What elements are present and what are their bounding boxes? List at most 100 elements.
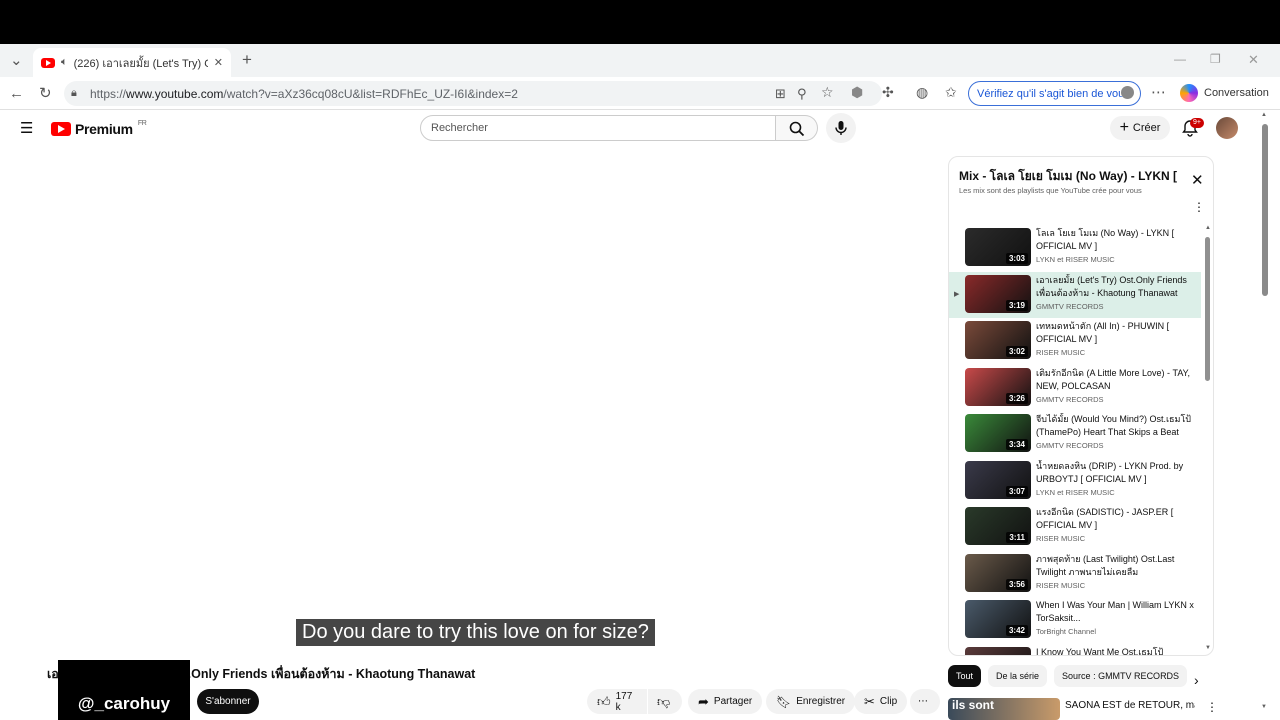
- playlist-item[interactable]: 3:07 น้ำหยดลงหิน (DRIP) - LYKN Prod. by U…: [949, 458, 1201, 505]
- youtube-logo-icon: [51, 122, 71, 136]
- playlist-item-thumbnail[interactable]: [965, 646, 1031, 655]
- dislike-button[interactable]: 👎︎: [648, 689, 682, 714]
- playlist-item-thumbnail[interactable]: 3:03: [965, 228, 1031, 266]
- tab-list-chevron-icon[interactable]: ⌄: [10, 53, 23, 68]
- browser-tab-youtube[interactable]: 🔈︎ (226) เอาเลยมั้ย (Let's Try) Ost.O ✕: [33, 48, 231, 77]
- playlist-item[interactable]: 3:03 โลเล โยเย โมเม (No Way) - LYKN [ OFF…: [949, 225, 1201, 272]
- playlist-item-title[interactable]: จีบได้มั้ย (Would You Mind?) Ost.เธมโป้ …: [1036, 413, 1196, 439]
- playlist-item-channel: TorBright Channel: [1036, 627, 1097, 636]
- playlist-item-title[interactable]: เอาเลยมั้ย (Let's Try) Ost.Only Friends …: [1036, 274, 1196, 300]
- playlist-item[interactable]: 3:56 ภาพสุดท้าย (Last Twilight) Ost.Last …: [949, 551, 1201, 598]
- now-playing-icon: ▶: [954, 290, 960, 298]
- next-video-more-icon[interactable]: ⋮: [1206, 700, 1218, 714]
- verify-identity-button[interactable]: Vérifiez qu'il s'agit bien de vous: [968, 81, 1141, 106]
- minimize-icon[interactable]: —: [1174, 52, 1186, 67]
- filter-chip[interactable]: Source : GMMTV RECORDS: [1054, 665, 1188, 687]
- page-scrollbar[interactable]: [1262, 124, 1268, 296]
- extensions-icon[interactable]: ✣: [882, 85, 894, 100]
- playlist-item[interactable]: 3:42 When I Was Your Man | William LYKN x…: [949, 597, 1201, 644]
- more-actions-button[interactable]: ⋯: [910, 689, 940, 714]
- clip-button[interactable]: ✂ Clip: [854, 689, 908, 714]
- url-field[interactable]: 🔒︎ https://www.youtube.com/watch?v=aXz36…: [64, 81, 882, 106]
- share-button[interactable]: ➦ Partager: [688, 689, 763, 714]
- playlist-item-title[interactable]: โลเล โยเย โมเม (No Way) - LYKN [ OFFICIA…: [1036, 227, 1196, 253]
- app-available-icon[interactable]: ⊞: [775, 86, 786, 101]
- playlist-item-channel: GMMTV RECORDS: [1036, 394, 1104, 404]
- playlist-item-title[interactable]: I Know You Want Me Ost.เธมโป้: [1036, 646, 1196, 656]
- playlist-item-thumbnail[interactable]: 3:26: [965, 367, 1031, 406]
- save-button[interactable]: 🔖︎ Enregistrer: [766, 689, 856, 714]
- scroll-down-icon[interactable]: ▼: [1205, 645, 1211, 651]
- next-video-title[interactable]: SAONA EST de RETOUR, mais: [1065, 700, 1195, 711]
- close-tab-icon[interactable]: ✕: [214, 56, 223, 69]
- duration-badge: 3:42: [1005, 625, 1028, 636]
- related-filter-chips: Tout De la série Source : GMMTV RECORDS: [948, 665, 1188, 687]
- chips-next-icon[interactable]: ›: [1194, 672, 1199, 688]
- playlist-item-title[interactable]: แรงอีกนิด (SADISTIC) - JASP.ER [ OFFICIA…: [1036, 506, 1196, 532]
- bookmark-icon: 🔖︎: [776, 694, 792, 709]
- adblock-icon[interactable]: ⬢: [851, 85, 863, 100]
- playlist-item-thumbnail[interactable]: 3:19: [965, 274, 1031, 313]
- playlist-item-title[interactable]: น้ำหยดลงหิน (DRIP) - LYKN Prod. by URBOY…: [1036, 460, 1196, 486]
- playlist-item-thumbnail[interactable]: 3:07: [965, 460, 1031, 499]
- playlist-item-thumbnail[interactable]: 3:56: [965, 553, 1031, 592]
- page-scroll-down-icon[interactable]: ▼: [1261, 704, 1267, 710]
- site-info-icon[interactable]: 🔒︎: [71, 86, 77, 101]
- account-avatar[interactable]: [1216, 117, 1238, 139]
- youtube-premium-logo[interactable]: Premium FR: [51, 120, 147, 137]
- playlist-item[interactable]: 3:11 แรงอีกนิด (SADISTIC) - JASP.ER [ OFF…: [949, 504, 1201, 551]
- zoom-icon[interactable]: ⚲: [797, 86, 807, 101]
- playlist-scrollbar[interactable]: [1205, 237, 1210, 381]
- duration-badge: 3:02: [1005, 346, 1028, 357]
- duration-badge: 3:03: [1005, 253, 1028, 264]
- playlist-item[interactable]: 3:26 เติมรักอีกนิด (A Little More Love) -…: [949, 365, 1201, 412]
- filter-chip[interactable]: De la série: [988, 665, 1048, 687]
- like-count: 177 k: [615, 690, 633, 713]
- menu-hamburger-icon[interactable]: ☰: [20, 121, 33, 136]
- playlist-item-title[interactable]: When I Was Your Man | William LYKN x Tor…: [1036, 599, 1196, 625]
- playlist-item-thumbnail[interactable]: 3:11: [965, 507, 1031, 545]
- playlist-item-thumbnail[interactable]: 3:02: [965, 321, 1031, 359]
- new-tab-icon[interactable]: +: [242, 51, 252, 68]
- subscribe-button[interactable]: S'abonner: [197, 689, 259, 714]
- playlist-item[interactable]: 3:02 เทหมดหน้าตัก (All In) - PHUWIN [ OFF…: [949, 318, 1201, 365]
- duration-badge: 3:11: [1006, 532, 1028, 543]
- create-button[interactable]: + Créer: [1110, 116, 1170, 140]
- logo-label: Premium: [75, 121, 133, 137]
- search-input[interactable]: Rechercher: [420, 115, 776, 141]
- playlist-item-thumbnail[interactable]: 3:34: [965, 414, 1031, 452]
- playlist-item-title[interactable]: เทหมดหน้าตัก (All In) - PHUWIN [ OFFICIA…: [1036, 320, 1196, 346]
- video-player[interactable]: [0, 150, 940, 660]
- playlist-item-channel: RISER MUSIC: [1036, 348, 1086, 357]
- create-label: Créer: [1132, 122, 1161, 134]
- playlist-more-icon[interactable]: ⋮: [1193, 201, 1205, 213]
- playlist-item-title[interactable]: เติมรักอีกนิด (A Little More Love) - TAY…: [1036, 367, 1196, 393]
- playlist-item-channel: GMMTV RECORDS: [1036, 441, 1104, 450]
- search-button[interactable]: [776, 115, 818, 141]
- filter-chip[interactable]: Tout: [948, 665, 982, 687]
- favorite-star-icon[interactable]: ☆: [821, 85, 834, 100]
- favorites-icon[interactable]: ✩: [945, 85, 957, 100]
- playlist-item[interactable]: I Know You Want Me Ost.เธมโป้: [949, 644, 1201, 656]
- url-domain: www.youtube.com: [126, 86, 224, 101]
- scroll-up-icon[interactable]: ▲: [1205, 225, 1211, 231]
- youtube-header: ☰ Premium FR Rechercher + Créer 9+: [0, 110, 1280, 148]
- save-label: Enregistrer: [796, 696, 846, 707]
- close-playlist-icon[interactable]: ✕: [1191, 171, 1204, 189]
- like-button[interactable]: 👍︎ 177 k: [587, 689, 647, 714]
- playlist-item-thumbnail[interactable]: 3:42: [965, 600, 1031, 638]
- maximize-icon[interactable]: ❐: [1210, 52, 1221, 67]
- voice-search-button[interactable]: [826, 113, 856, 143]
- speaker-icon[interactable]: 🔈︎: [61, 56, 68, 69]
- more-options-icon[interactable]: ⋯: [1151, 85, 1166, 100]
- back-icon[interactable]: ←: [9, 86, 24, 101]
- copilot-conversation-button[interactable]: Conversation: [1180, 84, 1269, 102]
- refresh-icon[interactable]: ↻: [39, 86, 52, 101]
- close-window-icon[interactable]: ✕: [1248, 52, 1259, 67]
- next-video-thumbnail[interactable]: ils sont: [948, 698, 1060, 720]
- playlist-item[interactable]: ▶ 3:19 เอาเลยมั้ย (Let's Try) Ost.Only Fri…: [949, 271, 1201, 318]
- playlist-item-title[interactable]: ภาพสุดท้าย (Last Twilight) Ost.Last Twil…: [1036, 553, 1196, 579]
- browser-essentials-icon[interactable]: ◍: [916, 85, 928, 100]
- page-scroll-up-icon[interactable]: ▲: [1261, 112, 1267, 118]
- playlist-item[interactable]: 3:34 จีบได้มั้ย (Would You Mind?) Ost.เธม…: [949, 411, 1201, 458]
